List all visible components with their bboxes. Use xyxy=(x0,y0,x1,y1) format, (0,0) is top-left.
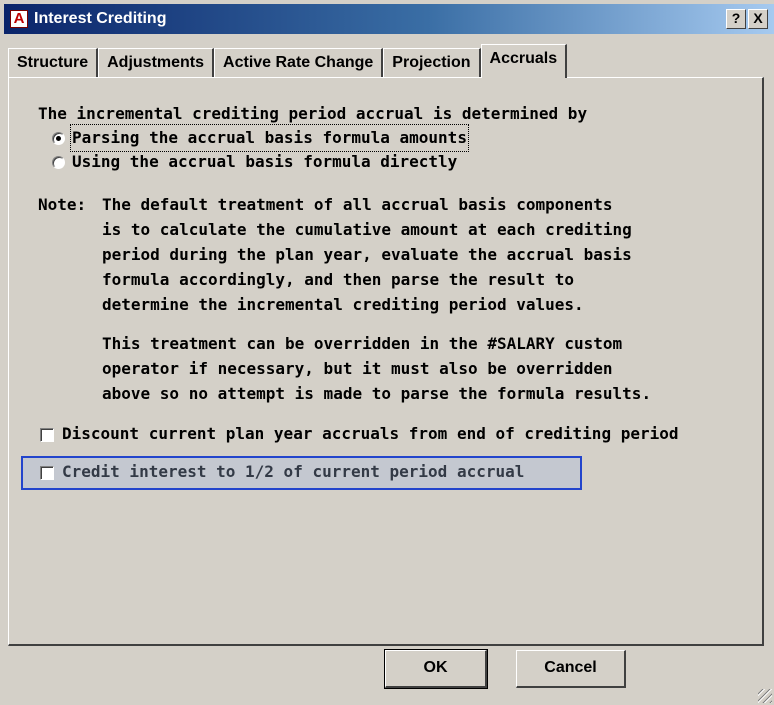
tab-accruals[interactable]: Accruals xyxy=(480,44,568,78)
note-line: is to calculate the cumulative amount at… xyxy=(102,220,632,239)
note-line: period during the plan year, evaluate th… xyxy=(102,245,632,264)
radio-parsing-formula-label[interactable]: Parsing the accrual basis formula amount… xyxy=(70,124,469,152)
note-line: above so no attempt is made to parse the… xyxy=(102,384,652,403)
help-button[interactable]: ? xyxy=(726,9,746,29)
credit-interest-label[interactable]: Credit interest to 1/2 of current period… xyxy=(62,460,524,484)
tab-active-rate-change[interactable]: Active Rate Change xyxy=(214,48,384,78)
note-line: determine the incremental crediting peri… xyxy=(102,295,584,314)
radio-using-formula-directly-label[interactable]: Using the accrual basis formula directly xyxy=(72,150,457,174)
title-bar[interactable]: A Interest Crediting ? X xyxy=(4,4,774,34)
close-button[interactable]: X xyxy=(748,9,768,29)
credit-interest-checkbox[interactable] xyxy=(40,466,54,480)
resize-grip-icon[interactable] xyxy=(758,689,772,703)
interest-crediting-dialog: A Interest Crediting ? X Structure Adjus… xyxy=(0,0,774,705)
tab-adjustments[interactable]: Adjustments xyxy=(98,48,215,78)
discount-accruals-checkbox[interactable] xyxy=(40,428,54,442)
tab-projection[interactable]: Projection xyxy=(383,48,481,78)
app-icon: A xyxy=(10,10,28,28)
note-line: The default treatment of all accrual bas… xyxy=(102,195,613,214)
ok-button[interactable]: OK xyxy=(384,649,488,689)
note-label: Note: xyxy=(38,195,87,214)
discount-accruals-label[interactable]: Discount current plan year accruals from… xyxy=(62,422,679,446)
window-title: Interest Crediting xyxy=(34,10,167,27)
note-line: formula accordingly, and then parse the … xyxy=(102,270,575,289)
note-line: This treatment can be overridden in the … xyxy=(102,334,623,353)
note-line: operator if necessary, but it must also … xyxy=(102,359,613,378)
radio-parsing-formula[interactable] xyxy=(52,132,65,145)
tab-strip: Structure Adjustments Active Rate Change… xyxy=(8,44,568,78)
radio-using-formula-directly[interactable] xyxy=(52,156,65,169)
cancel-button[interactable]: Cancel xyxy=(516,650,626,688)
accrual-intro-text: The incremental crediting period accrual… xyxy=(38,104,588,123)
tab-structure[interactable]: Structure xyxy=(8,48,99,78)
